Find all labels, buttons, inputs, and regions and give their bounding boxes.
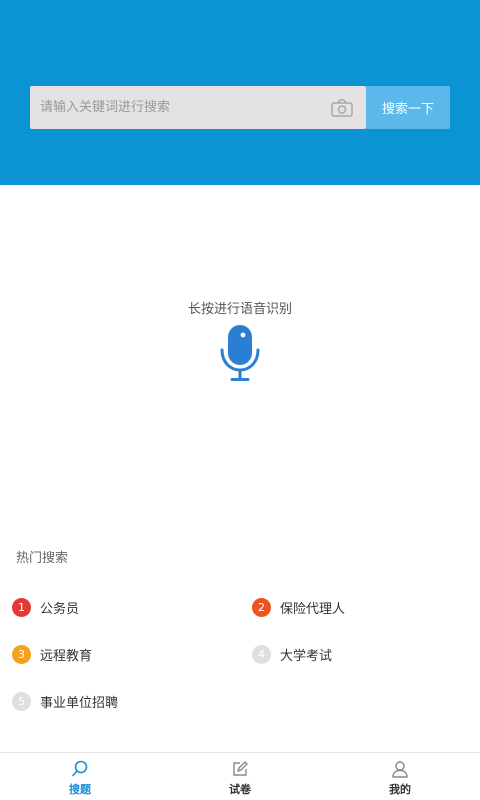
hot-search-item[interactable]: 3 远程教育 <box>12 643 92 665</box>
hot-search-label: 大学考试 <box>280 648 333 664</box>
bottom-tab-bar: 搜题 试卷 我的 <box>0 752 480 800</box>
hot-search-item[interactable]: 1 公务员 <box>12 596 79 618</box>
search-box[interactable] <box>30 86 366 129</box>
camera-icon[interactable] <box>330 98 354 118</box>
search-input[interactable] <box>40 86 320 129</box>
tab-mine[interactable]: 我的 <box>360 753 440 800</box>
hot-search-label: 远程教育 <box>40 648 93 664</box>
tab-search[interactable]: 搜题 <box>40 753 120 800</box>
voice-hint-label: 长按进行语音识别 <box>187 302 292 317</box>
tab-label: 搜题 <box>69 783 91 796</box>
tab-papers[interactable]: 试卷 <box>200 753 280 800</box>
hot-search-label: 保险代理人 <box>280 601 346 617</box>
tab-label: 我的 <box>389 783 411 796</box>
microphone-icon[interactable] <box>218 322 262 384</box>
header: 搜索一下 <box>0 0 480 185</box>
search-icon <box>72 760 88 777</box>
hot-search-title: 热门搜索 <box>16 551 69 566</box>
hot-search-item[interactable]: 5 事业单位招聘 <box>12 690 118 712</box>
hot-search-item[interactable]: 2 保险代理人 <box>252 596 345 618</box>
rank-badge: 1 <box>12 597 31 617</box>
rank-badge: 3 <box>12 644 31 664</box>
search-button[interactable]: 搜索一下 <box>366 86 450 129</box>
hot-search-item[interactable]: 4 大学考试 <box>252 643 332 665</box>
rank-badge: 4 <box>252 644 271 664</box>
edit-icon <box>233 761 248 776</box>
user-icon <box>392 761 408 778</box>
tab-label: 试卷 <box>229 783 251 796</box>
rank-badge: 5 <box>12 691 31 711</box>
hot-search-label: 公务员 <box>40 601 80 617</box>
rank-badge: 2 <box>252 597 271 617</box>
hot-search-label: 事业单位招聘 <box>40 695 119 711</box>
